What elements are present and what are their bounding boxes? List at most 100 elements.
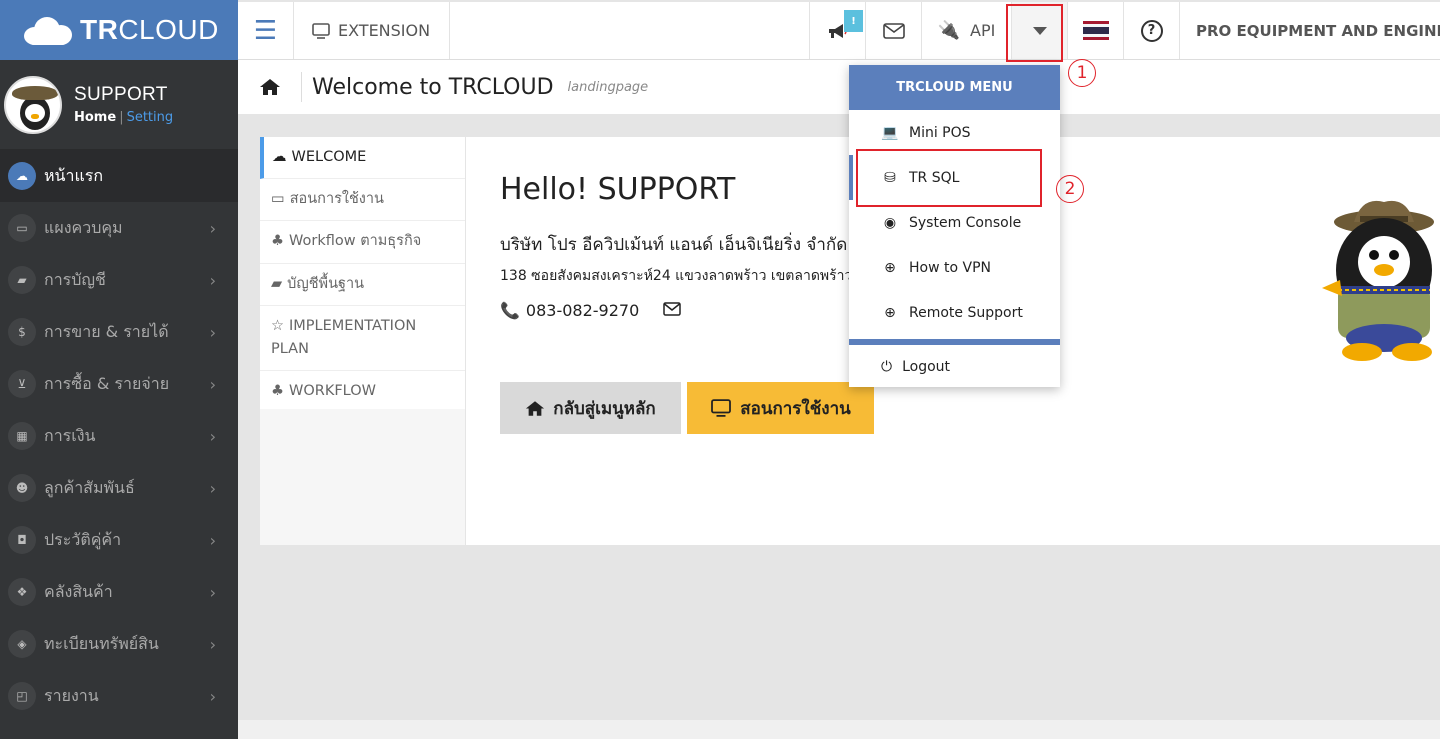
- sidebar-item-4[interactable]: ⊻ การซื้อ & รายจ่าย ›: [0, 358, 238, 410]
- annotation-number-2: 2: [1056, 175, 1084, 203]
- company-address: 138 ซอยสังคมสงเคราะห์24 แขวงลาดพร้าว เขต…: [500, 268, 850, 284]
- help-button[interactable]: ?: [1124, 2, 1180, 59]
- cloud-icon: ☁: [8, 162, 36, 190]
- logout-menu-item[interactable]: ⏻ Logout: [849, 345, 1060, 389]
- sidebar-item-label: หน้าแรก: [44, 165, 104, 185]
- language-selector[interactable]: [1068, 2, 1124, 59]
- subnav-item-icon: ▭: [271, 191, 285, 208]
- dropdown-item-how-to-vpn[interactable]: ⊕ How to VPN: [849, 245, 1060, 290]
- power-icon: ⏻: [881, 359, 893, 375]
- home-icon: [526, 400, 545, 416]
- question-circle-icon: ?: [1140, 19, 1163, 42]
- sidebar-item-2[interactable]: ▰ การบัญชี ›: [0, 254, 238, 306]
- logout-label: Logout: [902, 359, 951, 375]
- monitor-icon: [711, 399, 732, 417]
- subnav-item-3[interactable]: ▰ บัญชีพื้นฐาน: [260, 264, 465, 306]
- report-icon: ◰: [8, 682, 36, 710]
- sidebar-nav: ☁ หน้าแรก ▭ แผงควบคุม › ▰ การบัญชี › $ การขาย & ร…: [0, 150, 238, 722]
- subnav-item-icon: ♣: [271, 383, 284, 400]
- cloud-logo-icon: [18, 15, 76, 45]
- api-button[interactable]: 🔌 API: [922, 2, 1012, 59]
- chevron-right-icon: ›: [209, 582, 216, 602]
- page-title: Welcome to TRCLOUD: [312, 74, 554, 100]
- annotation-number-1: 1: [1068, 59, 1096, 87]
- sidebar-item-9[interactable]: ◈ ทะเบียนทรัพย์สิน ›: [0, 618, 238, 670]
- dropdown-item-label: Mini POS: [909, 124, 971, 141]
- chevron-right-icon: ›: [209, 270, 216, 290]
- dropdown-item-remote-support[interactable]: ⊕ Remote Support: [849, 290, 1060, 335]
- welcome-subnav: ☁ WELCOME ▭ สอนการใช้งาน ♣ Workflow ตามธุรกิจ…: [260, 137, 466, 456]
- page-header: Welcome to TRCLOUD landingpage: [238, 60, 1440, 114]
- tutorial-button[interactable]: สอนการใช้งาน: [687, 382, 874, 434]
- home-icon[interactable]: [238, 72, 302, 102]
- envelope-icon[interactable]: [663, 301, 682, 320]
- back-to-main-menu-button[interactable]: กลับสู่เมนูหลัก: [500, 382, 681, 434]
- lifebuoy-icon: ⊕: [884, 259, 896, 276]
- hamburger-menu-icon[interactable]: ☰: [238, 2, 294, 59]
- sidebar-item-10[interactable]: ◰ รายงาน ›: [0, 670, 238, 722]
- subnav-item-label: Workflow ตามธุรกิจ: [289, 233, 422, 250]
- company-selector[interactable]: PRO EQUIPMENT AND ENGINEERING: [1180, 2, 1440, 59]
- sidebar-item-0[interactable]: ☁ หน้าแรก: [0, 150, 238, 202]
- annotation-box-1: [1006, 4, 1063, 62]
- chevron-right-icon: ›: [209, 530, 216, 550]
- app-logo[interactable]: TRCLOUD: [0, 0, 238, 60]
- subnav-item-icon: ▰: [271, 275, 283, 292]
- top-navbar: ☰ EXTENSION ! 🔌 API ? PRO EQUIPMENT AND …: [238, 2, 1440, 60]
- sidebar-item-label: ประวัติคู่ค้า: [44, 529, 122, 549]
- sidebar: TRCLOUD SUPPORT Home | Setting ☁ หน้าแรก ▭ แผ…: [0, 0, 238, 739]
- sidebar-item-label: ทะเบียนทรัพย์สิน: [44, 633, 159, 653]
- sidebar-item-label: การบัญชี: [44, 269, 106, 289]
- profile-setting-link[interactable]: Setting: [127, 110, 174, 125]
- chevron-right-icon: ›: [209, 686, 216, 706]
- sidebar-item-1[interactable]: ▭ แผงควบคุม ›: [0, 202, 238, 254]
- subnav-item-label: WELCOME: [291, 149, 367, 165]
- annotation-box-2: [856, 149, 1042, 207]
- sidebar-item-label: แผงควบคุม: [44, 217, 123, 237]
- book-icon: ▰: [8, 266, 36, 294]
- sidebar-item-6[interactable]: ☻ ลูกค้าสัมพันธ์ ›: [0, 462, 238, 514]
- sidebar-item-label: รายงาน: [44, 685, 99, 705]
- subnav-item-label: WORKFLOW: [289, 383, 376, 400]
- api-label: API: [970, 21, 996, 40]
- logo-text: TRCLOUD: [80, 14, 219, 45]
- cart-icon: ⊻: [8, 370, 36, 398]
- tutorial-label: สอนการใช้งาน: [740, 398, 851, 419]
- calendar-icon: ▦: [8, 422, 36, 450]
- subnav-item-1[interactable]: ▭ สอนการใช้งาน: [260, 179, 465, 222]
- extension-label: EXTENSION: [338, 21, 431, 40]
- lifebuoy-icon: ⊕: [884, 304, 896, 321]
- subnav-item-0[interactable]: ☁ WELCOME: [260, 137, 465, 180]
- monitor-icon: [312, 22, 330, 39]
- subnav-item-4[interactable]: ☆ IMPLEMENTATION PLAN: [260, 306, 465, 372]
- subnav-item-5[interactable]: ♣ WORKFLOW: [260, 371, 465, 414]
- sidebar-item-label: การซื้อ & รายจ่าย: [44, 373, 170, 393]
- mail-button[interactable]: [866, 2, 922, 59]
- envelope-icon: [882, 22, 905, 39]
- contact-book-icon: ◘: [8, 526, 36, 554]
- penguin-mascot-image: [1312, 200, 1440, 365]
- subnav-filler: [260, 409, 466, 545]
- chevron-right-icon: ›: [209, 634, 216, 654]
- trcloud-dropdown-menu: TRCLOUD MENU 💻 Mini POS ⛁ TR SQL ◉ System Con…: [849, 65, 1060, 387]
- sidebar-item-5[interactable]: ▦ การเงิน ›: [0, 410, 238, 462]
- dropdown-item-label: System Console: [909, 214, 1022, 231]
- phone-number: 083-082-9270: [525, 301, 640, 320]
- announcement-button[interactable]: !: [810, 2, 866, 59]
- sidebar-item-7[interactable]: ◘ ประวัติคู่ค้า ›: [0, 514, 238, 566]
- dropdown-item-label: Remote Support: [909, 304, 1023, 321]
- avatar[interactable]: [4, 75, 62, 134]
- profile-name: SUPPORT: [74, 84, 168, 105]
- dropdown-item-label: How to VPN: [909, 259, 991, 276]
- profile-home-link[interactable]: Home: [74, 110, 116, 125]
- laptop-icon: 💻: [881, 124, 899, 141]
- subnav-item-icon: ♣: [271, 233, 284, 250]
- thai-flag-icon: [1082, 20, 1109, 41]
- subnav-item-2[interactable]: ♣ Workflow ตามธุรกิจ: [260, 221, 465, 264]
- phone-icon: 📞: [500, 301, 520, 320]
- extension-button[interactable]: EXTENSION: [294, 2, 450, 59]
- chevron-right-icon: ›: [209, 478, 216, 498]
- sidebar-item-3[interactable]: $ การขาย & รายได้ ›: [0, 306, 238, 358]
- sidebar-item-8[interactable]: ❖ คลังสินค้า ›: [0, 566, 238, 618]
- greeting-heading: Hello! SUPPORT: [500, 172, 736, 207]
